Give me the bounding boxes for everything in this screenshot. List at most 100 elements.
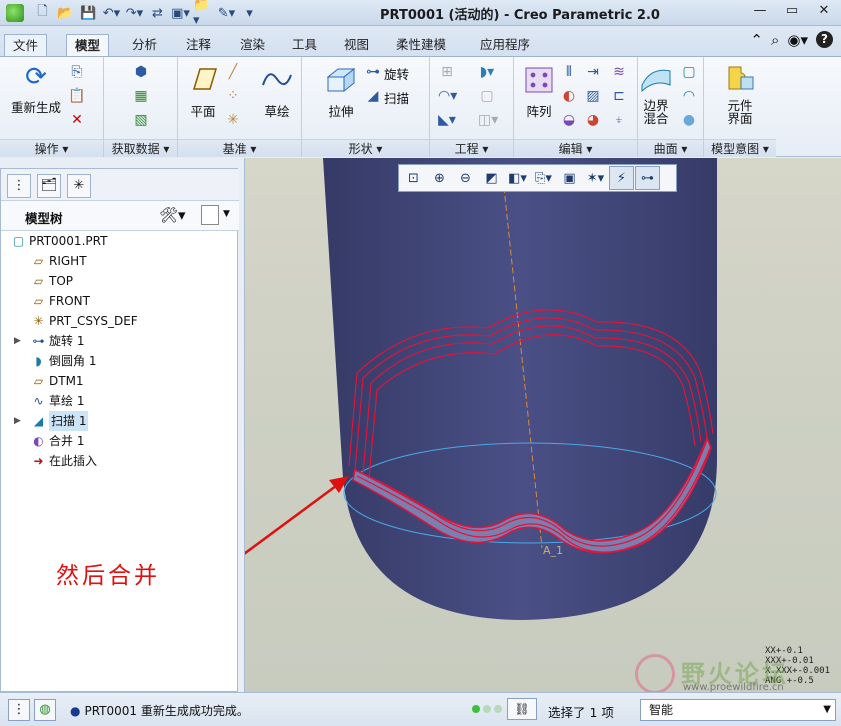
- draft-icon[interactable]: ◠▾: [438, 87, 457, 105]
- round-icon[interactable]: ◗▾: [478, 63, 496, 81]
- restore-icon[interactable]: ▭: [781, 3, 803, 21]
- regeneration-status-icon[interactable]: [472, 705, 502, 713]
- tree-item[interactable]: ◗ 倒圆角 1: [1, 351, 239, 371]
- group-label-shapes[interactable]: 形状 ▾: [302, 139, 429, 157]
- intersect-icon[interactable]: ◕: [584, 111, 602, 129]
- freestyle-icon[interactable]: ●: [680, 111, 698, 129]
- group-label-editing[interactable]: 编辑 ▾: [514, 139, 637, 157]
- browser-toggle-icon[interactable]: ◍: [34, 699, 56, 721]
- solidify-icon[interactable]: ⍖: [610, 111, 628, 129]
- help-icon[interactable]: ?: [816, 31, 833, 48]
- model-canvas[interactable]: A_1: [245, 158, 841, 692]
- customize-icon[interactable]: ▾: [239, 3, 260, 23]
- tab-analysis[interactable]: 分析: [124, 34, 165, 56]
- copy-geometry-icon[interactable]: ▦: [132, 87, 150, 105]
- delete-icon[interactable]: ✕: [68, 111, 86, 129]
- new-icon[interactable]: 🗋: [32, 3, 53, 23]
- tab-view[interactable]: 视图: [336, 34, 377, 56]
- extend-icon[interactable]: ⇥: [584, 63, 602, 81]
- project-icon[interactable]: ≋: [610, 63, 628, 81]
- shrinkwrap-icon[interactable]: ▧: [132, 111, 150, 129]
- tab-annotate[interactable]: 注释: [178, 34, 219, 56]
- shell-icon[interactable]: ▢: [478, 87, 496, 105]
- copy-icon[interactable]: ⎘: [68, 63, 86, 81]
- selection-filter-icon[interactable]: ⛓: [507, 698, 537, 720]
- datum-axis-icon[interactable]: ╱: [224, 63, 242, 81]
- tree-item[interactable]: ▱ RIGHT: [1, 251, 239, 271]
- rib-icon[interactable]: ◫▾: [478, 111, 498, 129]
- favorites-tab-icon[interactable]: ✳: [67, 174, 91, 198]
- display-style-icon[interactable]: ◧▾: [505, 166, 530, 190]
- tree-item[interactable]: ➜ 在此插入: [1, 451, 239, 471]
- sweep-button[interactable]: 扫描: [384, 88, 409, 107]
- close-icon[interactable]: ✕: [813, 3, 835, 21]
- group-label-get-data[interactable]: 获取数据 ▾: [104, 139, 177, 157]
- regenerate-button[interactable]: ⟳ 重新生成: [8, 61, 64, 116]
- sketch-button[interactable]: 草绘: [256, 65, 298, 120]
- minimize-icon[interactable]: —: [749, 3, 771, 21]
- pattern-button[interactable]: 阵列: [518, 65, 560, 120]
- tab-render[interactable]: 渲染: [232, 34, 273, 56]
- creo-app-icon[interactable]: [6, 4, 24, 22]
- boundary-blend-button[interactable]: 边界 混合: [638, 63, 674, 125]
- plane-button[interactable]: 平面: [182, 65, 224, 120]
- tab-tools[interactable]: 工具: [284, 34, 325, 56]
- tab-applications[interactable]: 应用程序: [472, 34, 538, 56]
- tab-model[interactable]: 模型: [66, 34, 110, 57]
- measure-icon[interactable]: ✎▾: [216, 3, 237, 23]
- view-manager-icon[interactable]: ▣: [557, 166, 582, 190]
- coordinate-system-icon[interactable]: ✳: [224, 111, 242, 129]
- mirror-icon[interactable]: ⫴: [560, 63, 578, 81]
- tab-flexible-modeling[interactable]: 柔性建模: [388, 34, 454, 56]
- show-menu-dropdown-icon[interactable]: ▼: [223, 209, 230, 219]
- tree-item[interactable]: ▱ TOP: [1, 271, 239, 291]
- redo-icon[interactable]: ↷▾: [124, 3, 145, 23]
- tree-item[interactable]: ▱ FRONT: [1, 291, 239, 311]
- navigator-toggle-icon[interactable]: ⋮: [8, 699, 30, 721]
- zoom-out-icon[interactable]: ⊖: [453, 166, 478, 190]
- annotation-display-icon[interactable]: ⚡: [609, 166, 634, 190]
- trim-icon[interactable]: ◒: [560, 111, 578, 129]
- hole-icon[interactable]: ⊞: [438, 63, 456, 81]
- zoom-in-icon[interactable]: ⊕: [427, 166, 452, 190]
- community-icon[interactable]: ◉▾: [787, 31, 808, 49]
- merge-icon[interactable]: ◐: [560, 87, 578, 105]
- tree-settings-icon[interactable]: 🛠▾: [159, 206, 186, 224]
- spin-center-icon[interactable]: ⊶: [635, 166, 660, 190]
- folder-icon[interactable]: 📁▾: [193, 0, 214, 28]
- offset-icon[interactable]: ▨: [584, 87, 602, 105]
- revolve-button[interactable]: 旋转: [384, 64, 409, 83]
- thicken-icon[interactable]: ⊏: [610, 87, 628, 105]
- filter-dropdown[interactable]: 智能 ▼: [640, 699, 836, 721]
- save-icon[interactable]: 💾: [78, 3, 99, 23]
- show-menu-icon[interactable]: [201, 205, 219, 225]
- tree-item[interactable]: ▶ ◢ 扫描 1: [1, 411, 239, 431]
- collapse-ribbon-icon[interactable]: ⌃: [750, 31, 763, 49]
- fill-icon[interactable]: ▢: [680, 63, 698, 81]
- tree-item[interactable]: ▢ PRT0001.PRT: [1, 231, 239, 251]
- tree-item[interactable]: ✳ PRT_CSYS_DEF: [1, 311, 239, 331]
- chamfer-icon[interactable]: ◣▾: [438, 111, 456, 129]
- saved-orientations-icon[interactable]: ⎘▾: [531, 166, 556, 190]
- folder-browser-tab-icon[interactable]: 🗂: [37, 174, 61, 198]
- group-label-datum[interactable]: 基准 ▾: [178, 139, 301, 157]
- expand-arrow-icon[interactable]: ▶: [14, 411, 21, 431]
- regenerate-icon[interactable]: ⇄: [147, 3, 168, 23]
- repaint-icon[interactable]: ◩: [479, 166, 504, 190]
- datum-point-icon[interactable]: ⁘: [224, 87, 242, 105]
- expand-arrow-icon[interactable]: ▶: [14, 331, 21, 351]
- paste-icon[interactable]: 📋: [68, 87, 86, 105]
- group-label-operations[interactable]: 操作 ▾: [0, 139, 103, 157]
- refit-icon[interactable]: ⊡: [401, 166, 426, 190]
- extrude-button[interactable]: 拉伸: [316, 65, 366, 120]
- tab-file[interactable]: 文件: [4, 34, 48, 56]
- style-icon[interactable]: ◠: [680, 87, 698, 105]
- group-label-surfaces[interactable]: 曲面 ▾: [638, 139, 703, 157]
- model-tree-tab-icon[interactable]: ⋮: [7, 174, 31, 198]
- tree-item[interactable]: ◐ 合并 1: [1, 431, 239, 451]
- group-label-model-intent[interactable]: 模型意图 ▾: [704, 139, 776, 157]
- datum-display-icon[interactable]: ✶▾: [583, 166, 608, 190]
- windows-icon[interactable]: ▣▾: [170, 3, 191, 23]
- tree-item[interactable]: ▱ DTM1: [1, 371, 239, 391]
- undo-icon[interactable]: ↶▾: [101, 3, 122, 23]
